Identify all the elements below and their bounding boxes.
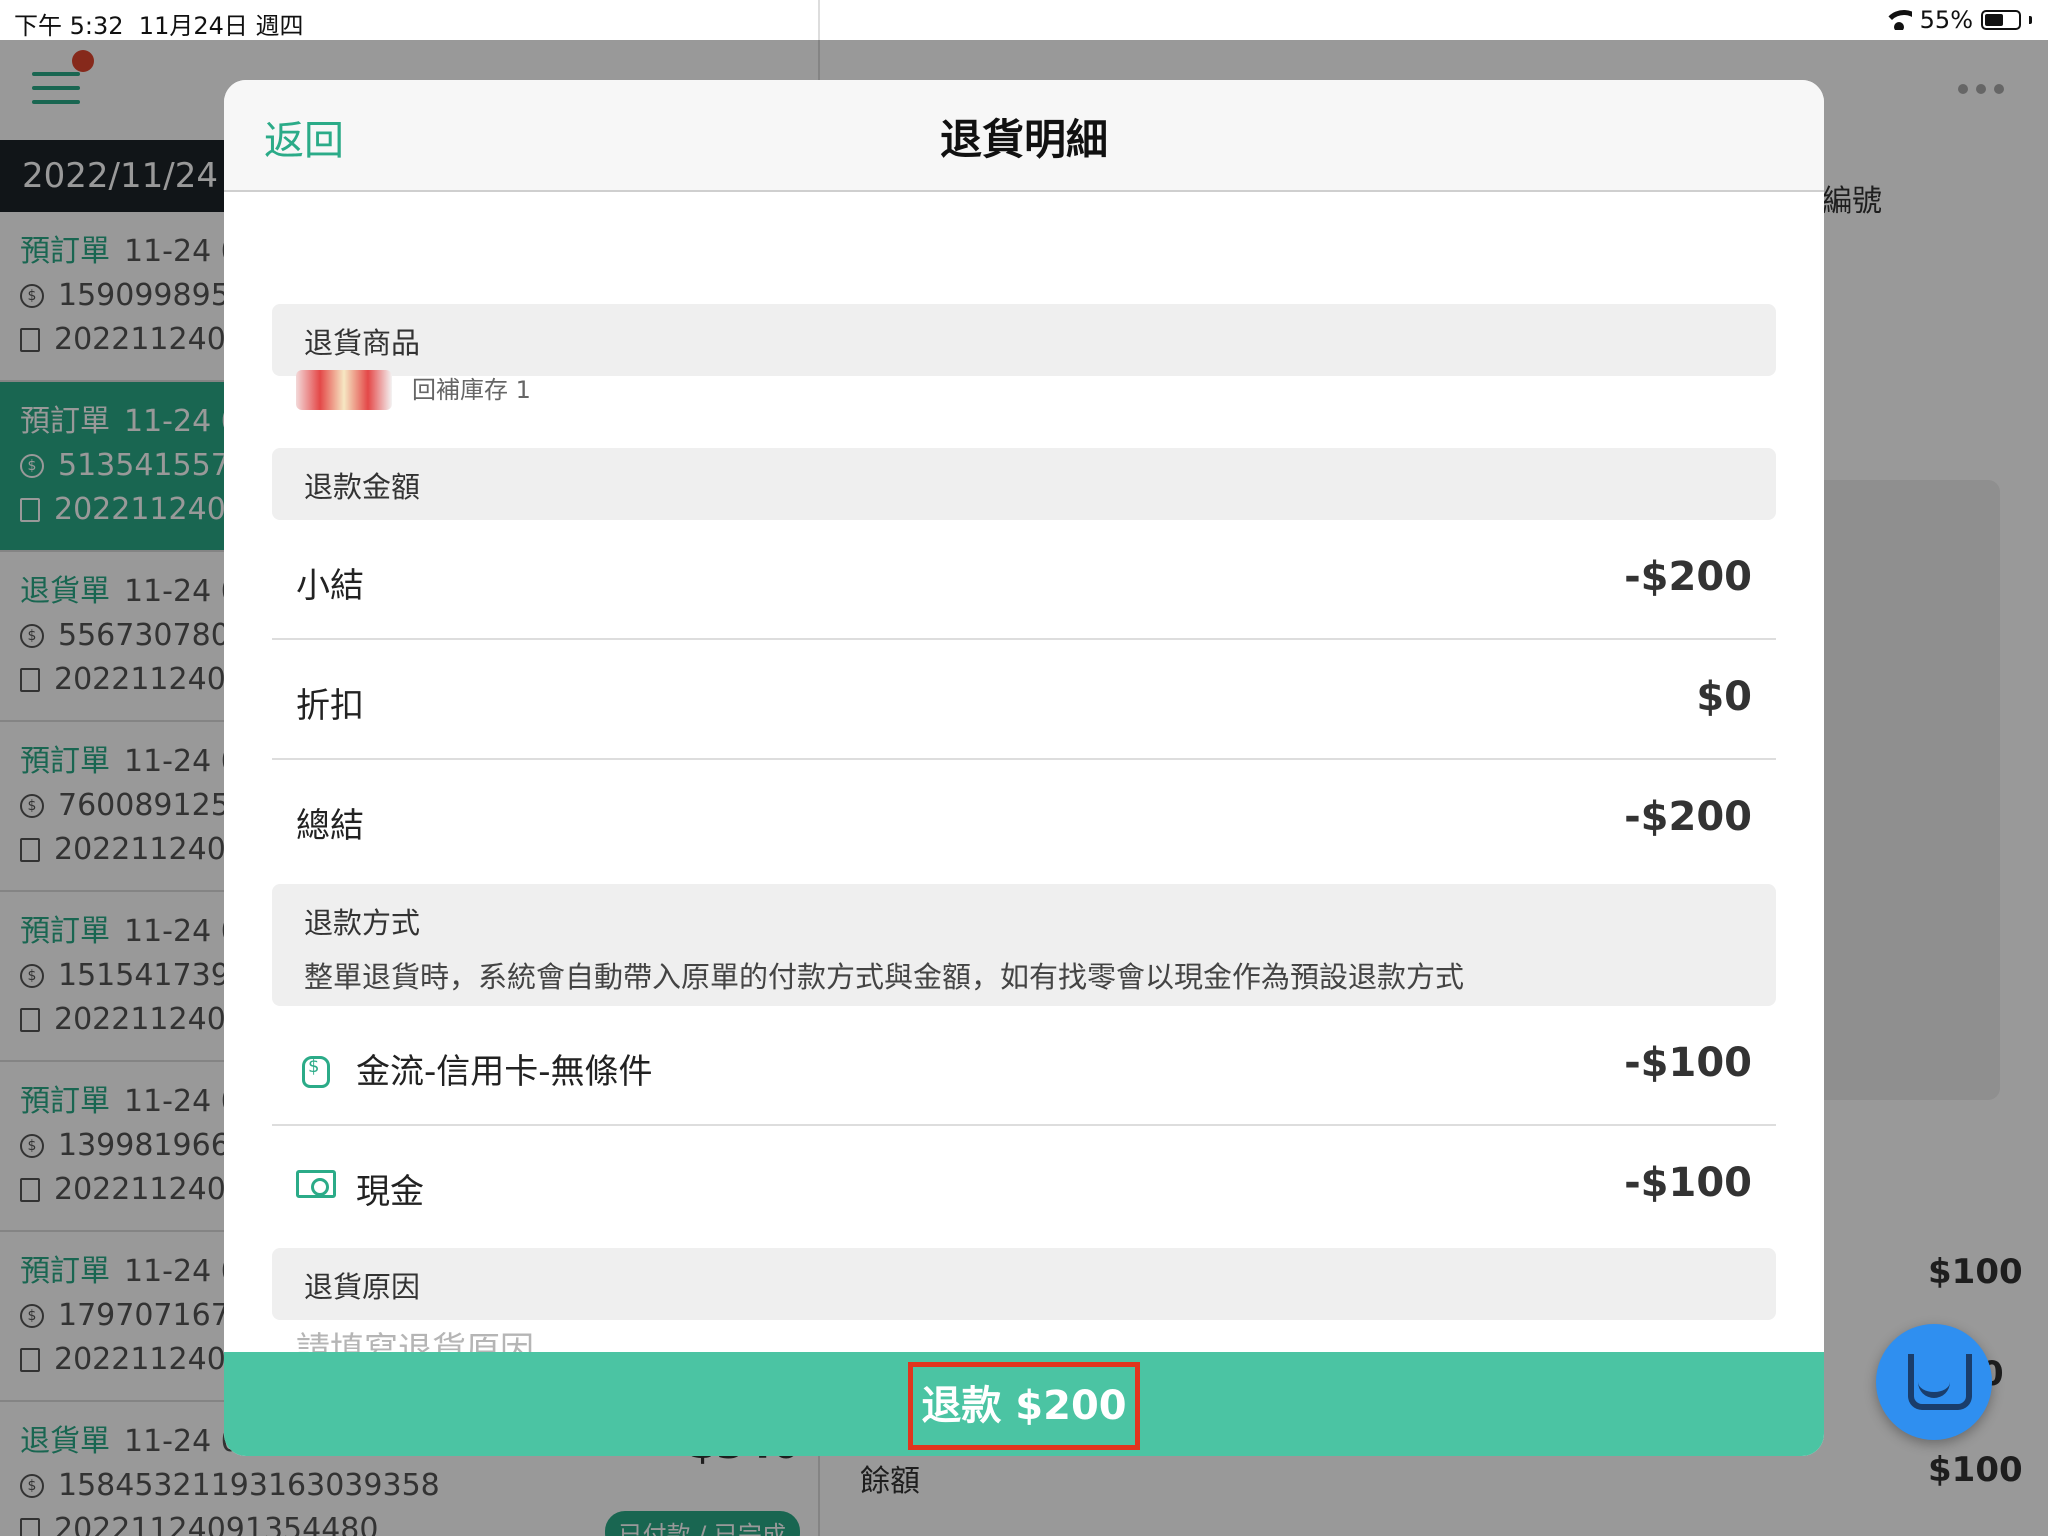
product-thumbnail <box>296 370 392 410</box>
battery-percent: 55% <box>1919 6 1973 34</box>
cash-icon <box>296 1170 336 1198</box>
wifi-icon <box>1885 10 1912 30</box>
discount-row: 折扣 $0 <box>272 640 1776 760</box>
refund-button[interactable]: 退款 $200 <box>908 1362 1140 1450</box>
section-return-reason: 退貨原因 <box>272 1248 1776 1320</box>
subtotal-label: 小結 <box>296 566 364 606</box>
modal-header: 返回 退貨明細 <box>224 80 1824 192</box>
total-value: -$200 <box>1624 794 1752 840</box>
battery-icon <box>1981 10 2021 30</box>
payment-row-credit[interactable]: 金流-信用卡-無條件 -$100 <box>272 1006 1776 1126</box>
section-title: 退貨商品 <box>304 326 421 360</box>
section-title: 退款方式 <box>304 906 421 940</box>
subtotal-value: -$200 <box>1624 554 1752 600</box>
chat-support-button[interactable] <box>1876 1324 1992 1440</box>
total-label: 總結 <box>296 806 364 846</box>
refund-action-bar: 退款 $200 <box>224 1352 1824 1456</box>
section-title: 退款金額 <box>304 470 421 504</box>
payment-row-cash[interactable]: 現金 -$100 <box>272 1126 1776 1246</box>
section-title: 退貨原因 <box>304 1270 421 1304</box>
payment-label: 現金 <box>356 1172 424 1212</box>
section-return-products: 退貨商品 <box>272 304 1776 376</box>
section-refund-amount: 退款金額 <box>272 448 1776 520</box>
refund-method-note: 整單退貨時，系統會自動帶入原單的付款方式與金額，如有找零會以現金作為預設退款方式 <box>304 960 1465 994</box>
status-bar: 下午 5:32 11月24日 週四 55% <box>0 0 2048 40</box>
modal-body[interactable]: 退貨商品 回補庫存 1 退款金額 小結 -$200 折扣 $0 總結 -$200… <box>272 192 1776 1432</box>
discount-label: 折扣 <box>296 686 364 726</box>
discount-value: $0 <box>1696 674 1752 720</box>
modal-title: 退貨明細 <box>939 115 1108 164</box>
total-row: 總結 -$200 <box>272 760 1776 880</box>
status-time: 下午 5:32 <box>14 12 124 40</box>
payment-value: -$100 <box>1624 1160 1752 1206</box>
restock-text: 回補庫存 1 <box>412 376 531 404</box>
subtotal-row: 小結 -$200 <box>272 520 1776 640</box>
payment-value: -$100 <box>1624 1040 1752 1086</box>
section-refund-method: 退款方式 整單退貨時，系統會自動帶入原單的付款方式與金額，如有找零會以現金作為預… <box>272 884 1776 1006</box>
payment-label: 金流-信用卡-無條件 <box>356 1052 653 1092</box>
money-bag-icon <box>296 1046 332 1088</box>
battery-tip <box>2029 16 2032 24</box>
return-detail-modal: 返回 退貨明細 退貨商品 回補庫存 1 退款金額 小結 -$200 折扣 $0 … <box>224 80 1824 1456</box>
status-date: 11月24日 週四 <box>138 12 304 40</box>
